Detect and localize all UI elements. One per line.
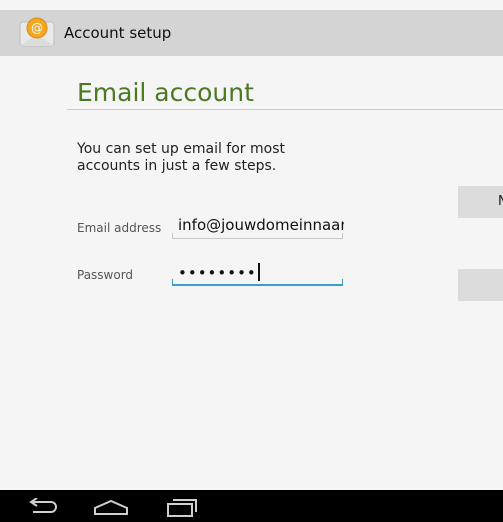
password-field[interactable]: •••••••• <box>178 263 344 282</box>
system-navigation-bar <box>0 490 503 522</box>
next-button[interactable]: N <box>458 186 503 218</box>
status-strip <box>0 0 503 10</box>
email-label: Email address <box>77 221 162 235</box>
manual-setup-button[interactable] <box>458 269 503 301</box>
password-underline <box>172 284 343 286</box>
email-underline <box>172 238 343 239</box>
password-underline-left-tick <box>172 279 173 284</box>
email-value: info@jouwdomeinnaam <box>178 216 344 234</box>
home-icon[interactable] <box>93 498 129 520</box>
password-label: Password <box>77 268 134 282</box>
svg-text:@: @ <box>31 21 43 35</box>
action-bar: @ Account setup <box>0 10 503 56</box>
page-title: Email account <box>77 78 254 107</box>
email-field[interactable]: info@jouwdomeinnaam <box>178 216 344 234</box>
password-value: •••••••• <box>178 264 257 282</box>
email-at-icon: @ <box>18 16 56 50</box>
title-divider <box>67 109 503 110</box>
email-underline-left-tick <box>172 233 173 238</box>
recent-apps-icon[interactable] <box>166 498 198 522</box>
back-icon[interactable] <box>25 497 59 520</box>
email-underline-right-tick <box>342 233 343 238</box>
app-title: Account setup <box>64 24 172 42</box>
next-button-label: N <box>498 194 503 209</box>
password-underline-right-tick <box>342 279 343 284</box>
intro-text: You can set up email for most accounts i… <box>77 141 285 174</box>
text-caret <box>257 263 260 281</box>
